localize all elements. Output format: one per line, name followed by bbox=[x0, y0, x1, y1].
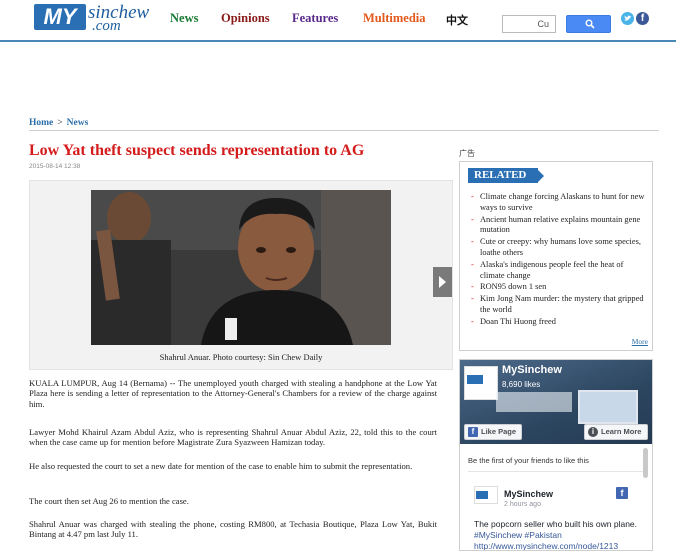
like-page-button[interactable]: f Like Page bbox=[464, 424, 522, 440]
article-paragraph: KUALA LUMPUR, Aug 14 (Bernama) -- The un… bbox=[29, 378, 437, 409]
related-list: Climate change forcing Alaskans to hunt … bbox=[470, 192, 648, 329]
facebook-page-widget: MySinchew 8,690 likes f Like Page i Lear… bbox=[459, 359, 653, 551]
breadcrumb-separator: > bbox=[57, 118, 63, 128]
related-item[interactable]: Kim Jong Nam murder: the mystery that gr… bbox=[470, 294, 648, 316]
info-icon: i bbox=[588, 427, 598, 437]
post-avatar[interactable] bbox=[474, 486, 498, 504]
twitter-icon[interactable] bbox=[621, 12, 634, 25]
breadcrumb-home[interactable]: Home bbox=[29, 118, 53, 128]
post-link[interactable]: http://www.mysinchew.com/node/1213 bbox=[474, 541, 618, 550]
related-item[interactable]: Cute or creepy: why humans love some spe… bbox=[470, 237, 648, 259]
post-timestamp[interactable]: 2 hours ago bbox=[504, 501, 541, 508]
breadcrumb-news[interactable]: News bbox=[67, 118, 89, 128]
search-button[interactable] bbox=[566, 15, 611, 33]
gallery-next-button[interactable] bbox=[433, 267, 452, 297]
nav-multimedia[interactable]: Multimedia bbox=[363, 11, 426, 26]
article-title: Low Yat theft suspect sends representati… bbox=[29, 142, 365, 159]
learn-more-label: Learn More bbox=[601, 427, 642, 436]
ad-label: 广告 bbox=[459, 149, 475, 158]
divider bbox=[29, 130, 659, 131]
facebook-cover[interactable]: MySinchew 8,690 likes f Like Page i Lear… bbox=[460, 360, 652, 444]
nav-chinese[interactable]: 中文 bbox=[446, 12, 468, 28]
article-photo[interactable] bbox=[91, 190, 391, 345]
related-item[interactable]: Doan Thi Huong freed bbox=[470, 317, 648, 328]
breadcrumb: Home > News bbox=[29, 118, 88, 128]
site-header: MY sinchew .com News Opinions Features M… bbox=[0, 0, 676, 42]
related-item[interactable]: RON95 down 1 sen bbox=[470, 282, 648, 293]
widget-scrollbar[interactable] bbox=[643, 448, 648, 478]
nav-features[interactable]: Features bbox=[292, 11, 338, 26]
post-text: The popcorn seller who built his own pla… bbox=[474, 519, 646, 550]
article-paragraph: He also requested the court to set a new… bbox=[29, 461, 413, 471]
related-item[interactable]: Climate change forcing Alaskans to hunt … bbox=[470, 192, 648, 214]
facebook-icon[interactable]: f bbox=[636, 12, 649, 25]
cover-banner bbox=[496, 392, 572, 412]
more-link[interactable]: More bbox=[632, 337, 648, 346]
search-input[interactable]: Cu bbox=[502, 15, 556, 33]
chevron-right-icon bbox=[439, 276, 446, 288]
facebook-page-name[interactable]: MySinchew bbox=[502, 364, 562, 376]
like-page-label: Like Page bbox=[481, 427, 517, 436]
page-avatar bbox=[464, 366, 498, 400]
cover-laptop-image bbox=[578, 390, 638, 424]
post-page-name[interactable]: MySinchew bbox=[504, 489, 553, 499]
nav-news[interactable]: News bbox=[170, 11, 198, 26]
post-body: The popcorn seller who built his own pla… bbox=[474, 519, 638, 529]
related-heading: RELATED bbox=[468, 168, 544, 183]
search-icon bbox=[585, 19, 595, 29]
article-paragraph: The court then set Aug 26 to mention the… bbox=[29, 496, 189, 506]
related-item[interactable]: Alaska's indigenous people feel the heat… bbox=[470, 260, 648, 282]
post-hashtags[interactable]: #MySinchew #Pakistan bbox=[474, 530, 562, 540]
friends-like-text: Be the first of your friends to like thi… bbox=[468, 456, 644, 472]
mysinchew-logo[interactable]: MY sinchew .com bbox=[34, 2, 149, 34]
article-paragraph: Lawyer Mohd Khairul Azam Abdul Aziz, who… bbox=[29, 427, 437, 448]
related-box: RELATED Climate change forcing Alaskans … bbox=[459, 161, 653, 351]
related-item[interactable]: Ancient human relative explains mountain… bbox=[470, 215, 648, 237]
learn-more-button[interactable]: i Learn More bbox=[584, 424, 648, 440]
article-paragraph: Shahrul Anuar was charged with stealing … bbox=[29, 519, 437, 540]
facebook-logo-icon: f bbox=[616, 487, 628, 499]
facebook-likes-count: 8,690 likes bbox=[502, 380, 541, 389]
logo-my: MY bbox=[34, 4, 86, 30]
facebook-f-icon: f bbox=[468, 427, 478, 437]
article-date: 2015-08-14 12:38 bbox=[29, 163, 81, 170]
photo-caption: Shahrul Anuar. Photo courtesy: Sin Chew … bbox=[159, 352, 323, 362]
logo-com: .com bbox=[92, 18, 121, 34]
nav-opinions[interactable]: Opinions bbox=[221, 11, 270, 26]
